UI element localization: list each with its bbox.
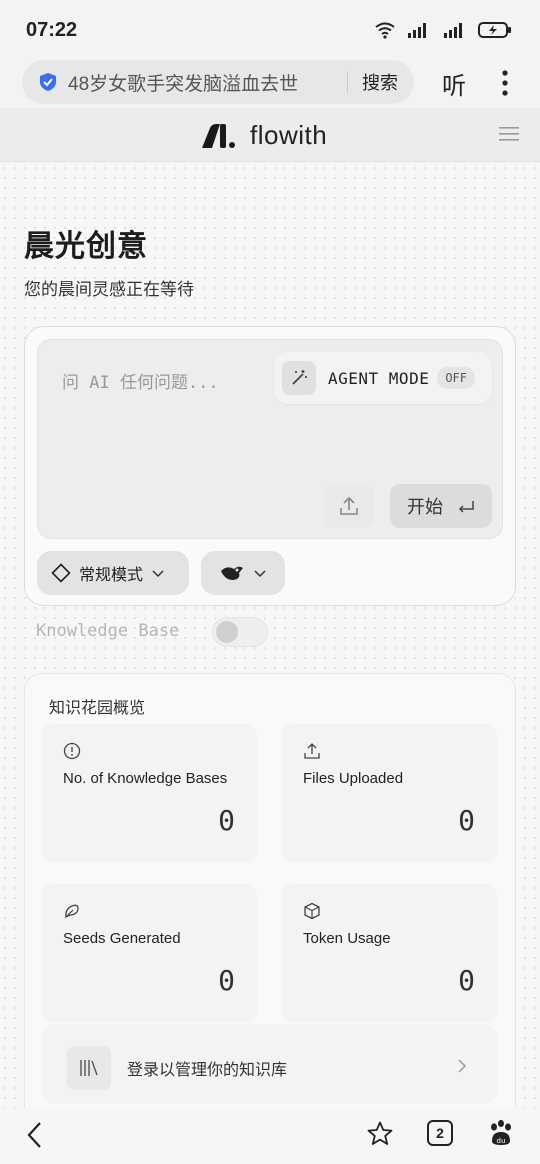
upload-icon	[340, 496, 358, 515]
status-bar: 07:22	[0, 0, 540, 60]
start-label: 开始	[407, 497, 443, 517]
address-divider	[347, 71, 348, 93]
magic-wand-icon	[282, 361, 316, 395]
app-header: flowith	[0, 108, 540, 162]
bottom-nav: 2 du	[0, 1108, 540, 1164]
wifi-icon	[375, 22, 395, 39]
svg-text:du: du	[497, 1137, 506, 1145]
stat-label: Files Uploaded	[303, 770, 404, 787]
mode-selector[interactable]: 常规模式	[37, 551, 189, 595]
paw-icon[interactable]: du	[486, 1118, 516, 1148]
more-vertical-icon[interactable]	[500, 68, 510, 98]
stat-card-seeds-generated: Seeds Generated 0	[41, 884, 257, 1022]
tabs-button[interactable]: 2	[427, 1120, 453, 1146]
toggle-knob	[216, 621, 238, 643]
stat-value: 0	[458, 804, 475, 837]
agent-mode-toggle[interactable]: AGENT MODE OFF	[274, 352, 492, 404]
cube-icon	[304, 902, 320, 920]
main-content: 晨光创意 您的晨间灵感正在等待 问 AI 任何问题... AGENT MODE …	[0, 163, 540, 1108]
model-logo-icon	[221, 566, 243, 580]
stat-card-token-usage: Token Usage 0	[281, 884, 497, 1022]
chat-card: 问 AI 任何问题... AGENT MODE OFF 开始 常规模式	[24, 326, 516, 606]
address-bar[interactable]: 48岁女歌手突发脑溢血去世 搜索	[22, 60, 414, 104]
listen-button[interactable]: 听	[442, 66, 466, 101]
model-selector[interactable]	[201, 551, 285, 595]
star-icon[interactable]	[366, 1120, 394, 1148]
status-time: 07:22	[26, 18, 78, 41]
flowith-logo-icon	[202, 123, 235, 148]
battery-icon	[478, 22, 511, 38]
agent-mode-state: OFF	[437, 367, 476, 389]
address-text[interactable]: 48岁女歌手突发脑溢血去世	[68, 69, 347, 96]
library-icon	[67, 1046, 111, 1090]
tab-count: 2	[436, 1125, 444, 1141]
logo[interactable]: flowith	[200, 120, 327, 151]
knowledge-base-toggle[interactable]	[212, 617, 268, 647]
enter-icon	[458, 501, 474, 513]
chevron-down-icon	[254, 570, 266, 578]
info-circle-icon	[63, 742, 81, 760]
browser-bar: 48岁女歌手突发脑溢血去世 搜索 听	[0, 60, 540, 108]
stat-value: 0	[458, 964, 475, 997]
seed-icon	[65, 904, 79, 919]
diamond-icon	[51, 563, 71, 583]
stat-value: 0	[218, 804, 235, 837]
upload-button[interactable]	[324, 484, 374, 528]
stat-card-knowledge-bases: No. of Knowledge Bases 0	[41, 724, 257, 862]
back-icon[interactable]	[24, 1120, 46, 1150]
stat-label: Token Usage	[303, 930, 391, 947]
chat-placeholder: 问 AI 任何问题...	[62, 373, 219, 393]
agent-mode-label: AGENT MODE	[328, 368, 430, 388]
chevron-down-icon	[152, 570, 164, 578]
status-icons	[374, 21, 512, 39]
overview-title: 知识花园概览	[49, 700, 146, 717]
logo-text: flowith	[250, 120, 328, 150]
page-subtitle: 您的晨间灵感正在等待	[24, 280, 194, 299]
stat-card-files-uploaded: Files Uploaded 0	[281, 724, 497, 862]
page-title: 晨光创意	[24, 230, 148, 263]
chevron-right-icon	[458, 1059, 467, 1073]
knowledge-overview: 知识花园概览 No. of Knowledge Bases 0 Files Up…	[24, 673, 516, 1108]
signal-icon	[444, 23, 462, 38]
login-text: 登录以管理你的知识库	[127, 1062, 288, 1079]
stat-label: Seeds Generated	[63, 930, 181, 947]
signal-icon	[408, 23, 426, 38]
knowledge-base-label: Knowledge Base	[36, 621, 180, 641]
hamburger-menu-icon[interactable]	[498, 125, 520, 143]
upload-icon	[304, 743, 320, 759]
login-card[interactable]: 登录以管理你的知识库	[41, 1024, 497, 1104]
stat-label: No. of Knowledge Bases	[63, 770, 228, 787]
mode-label: 常规模式	[79, 567, 144, 584]
search-button[interactable]: 搜索	[362, 69, 398, 95]
stat-value: 0	[218, 964, 235, 997]
start-button[interactable]: 开始	[390, 484, 492, 528]
shield-check-icon	[40, 73, 56, 91]
chat-input[interactable]: 问 AI 任何问题... AGENT MODE OFF 开始	[37, 339, 503, 539]
